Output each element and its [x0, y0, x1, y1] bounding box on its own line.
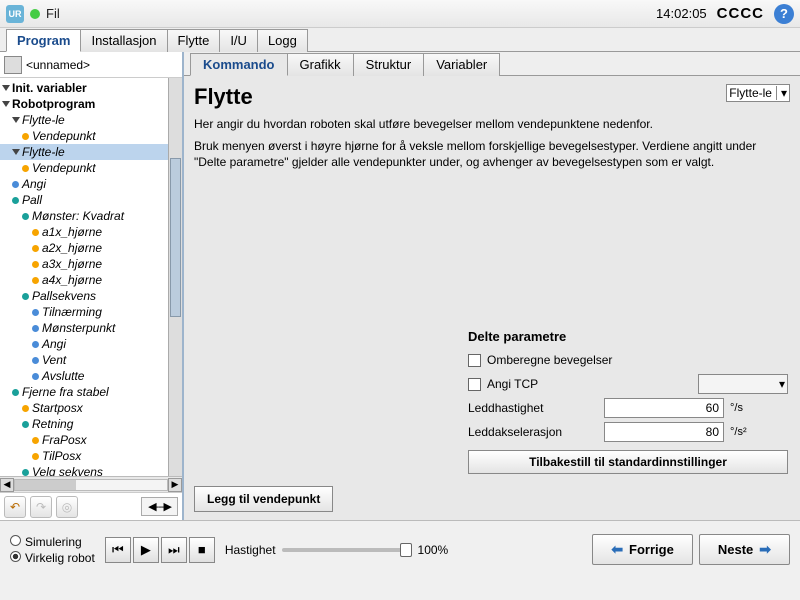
rewind-button[interactable]: ⏮	[105, 537, 131, 563]
jointspeed-input[interactable]	[604, 398, 724, 418]
subtab-graphics[interactable]: Grafikk	[287, 53, 354, 76]
tree-node[interactable]: Startposx	[0, 400, 182, 416]
logo: UR	[6, 5, 24, 23]
tree-node[interactable]: Vent	[0, 352, 182, 368]
tab-io[interactable]: I/U	[219, 29, 258, 52]
left-pane: <unnamed> Init. variablerRobotprogramFly…	[0, 52, 184, 520]
tree-node[interactable]: Vendepunkt	[0, 160, 182, 176]
tree-node[interactable]: Init. variabler	[0, 80, 182, 96]
tree-node[interactable]: Retning	[0, 416, 182, 432]
tree-nav: ↶ ↷ ◎ ◀---▶	[0, 492, 182, 520]
speed-value: 100%	[418, 543, 449, 557]
jointacc-label: Leddakselerasjon	[468, 425, 598, 439]
speed-label: Hastighet	[225, 543, 276, 557]
sub-tabs: Kommando Grafikk Struktur Variabler	[184, 52, 800, 76]
disk-icon[interactable]	[4, 56, 22, 74]
tree-node[interactable]: Pallsekvens	[0, 288, 182, 304]
move-arrows[interactable]: ◀---▶	[141, 497, 178, 516]
subtab-command[interactable]: Kommando	[190, 53, 288, 76]
tree-node[interactable]: TilPosx	[0, 448, 182, 464]
tree-node[interactable]: Robotprogram	[0, 96, 182, 112]
tree-node[interactable]: Pall	[0, 192, 182, 208]
arrow-right-icon: ➡	[759, 541, 771, 558]
subtab-variables[interactable]: Variabler	[423, 53, 500, 76]
redo-button[interactable]: ↷	[30, 496, 52, 518]
main-tabs: Program Installasjon Flytte I/U Logg	[0, 28, 800, 52]
right-pane: Kommando Grafikk Struktur Variabler Flyt…	[184, 52, 800, 520]
tab-program[interactable]: Program	[6, 29, 81, 52]
tree-node[interactable]: Mønster: Kvadrat	[0, 208, 182, 224]
prev-button[interactable]: ⬅Forrige	[592, 534, 693, 565]
jointspeed-unit: °/s	[730, 402, 756, 414]
real-radio[interactable]: Virkelig robot	[10, 551, 95, 565]
tree-node[interactable]: Tilnærming	[0, 304, 182, 320]
tree-node[interactable]: Flytte-le	[0, 112, 182, 128]
shared-title: Delte parametre	[468, 329, 788, 344]
tree-node[interactable]: Angi	[0, 336, 182, 352]
settcp-label: Angi TCP	[487, 377, 692, 391]
topbar: UR Fil 14:02:05 CCCC ?	[0, 0, 800, 28]
tab-log[interactable]: Logg	[257, 29, 308, 52]
file-bar: <unnamed>	[0, 52, 182, 78]
command-panel: Flytte-le▾ Flytte Her angir du hvordan r…	[184, 76, 800, 520]
tree-node[interactable]: a1x_hjørne	[0, 224, 182, 240]
tree-node[interactable]: Mønsterpunkt	[0, 320, 182, 336]
panel-title: Flytte	[194, 84, 790, 110]
tree-node[interactable]: a3x_hjørne	[0, 256, 182, 272]
arrow-left-icon: ⬅	[611, 541, 623, 558]
play-button[interactable]: ▶	[133, 537, 159, 563]
tree-vscroll[interactable]	[168, 78, 182, 476]
subtab-structure[interactable]: Struktur	[353, 53, 425, 76]
settcp-checkbox[interactable]	[468, 378, 481, 391]
move-type-select[interactable]: Flytte-le▾	[726, 84, 790, 102]
bottom-bar: Simulering Virkelig robot ⏮ ▶ ⏭ ■ Hastig…	[0, 520, 800, 578]
jointacc-input[interactable]	[604, 422, 724, 442]
jointspeed-label: Leddhastighet	[468, 401, 598, 415]
help-icon[interactable]: ?	[774, 4, 794, 24]
tcp-select[interactable]: ▾	[698, 374, 788, 394]
sim-radio[interactable]: Simulering	[10, 535, 95, 549]
tree-node[interactable]: Velg sekvens	[0, 464, 182, 476]
play-controls: ⏮ ▶ ⏭ ■	[105, 537, 215, 563]
tree-node[interactable]: a2x_hjørne	[0, 240, 182, 256]
panel-desc2: Bruk menyen øverst i høyre hjørne for å …	[194, 138, 790, 170]
stop-button[interactable]: ■	[189, 537, 215, 563]
tab-move[interactable]: Flytte	[167, 29, 221, 52]
recalc-label: Omberegne bevegelser	[487, 353, 612, 367]
recalc-checkbox[interactable]	[468, 354, 481, 367]
forward-button[interactable]: ⏭	[161, 537, 187, 563]
cccc-label: CCCC	[717, 5, 764, 22]
tree-node[interactable]: Fjerne fra stabel	[0, 384, 182, 400]
tree-node[interactable]: a4x_hjørne	[0, 272, 182, 288]
tree-node[interactable]: Avslutte	[0, 368, 182, 384]
shared-params: Delte parametre Omberegne bevegelser Ang…	[468, 329, 788, 474]
clock: 14:02:05	[656, 6, 707, 21]
tree-hscroll[interactable]: ◀▶	[0, 476, 182, 492]
reset-button[interactable]: Tilbakestill til standardinnstillinger	[468, 450, 788, 474]
filename: <unnamed>	[26, 58, 90, 72]
tree-node[interactable]: Angi	[0, 176, 182, 192]
status-dot	[30, 9, 40, 19]
tab-installation[interactable]: Installasjon	[80, 29, 167, 52]
tree-node[interactable]: Vendepunkt	[0, 128, 182, 144]
undo-button[interactable]: ↶	[4, 496, 26, 518]
next-button[interactable]: Neste➡	[699, 534, 790, 565]
tree-node[interactable]: FraPosx	[0, 432, 182, 448]
add-waypoint-button[interactable]: Legg til vendepunkt	[194, 486, 333, 512]
file-menu[interactable]: Fil	[46, 6, 60, 21]
chevron-down-icon: ▾	[776, 86, 787, 100]
tree-node[interactable]: Flytte-le	[0, 144, 182, 160]
speed-slider[interactable]	[282, 548, 412, 552]
program-tree[interactable]: Init. variablerRobotprogramFlytte-leVend…	[0, 78, 182, 476]
panel-desc1: Her angir du hvordan roboten skal utføre…	[194, 116, 790, 132]
jointacc-unit: °/s²	[730, 426, 756, 438]
nav-button[interactable]: ◎	[56, 496, 78, 518]
